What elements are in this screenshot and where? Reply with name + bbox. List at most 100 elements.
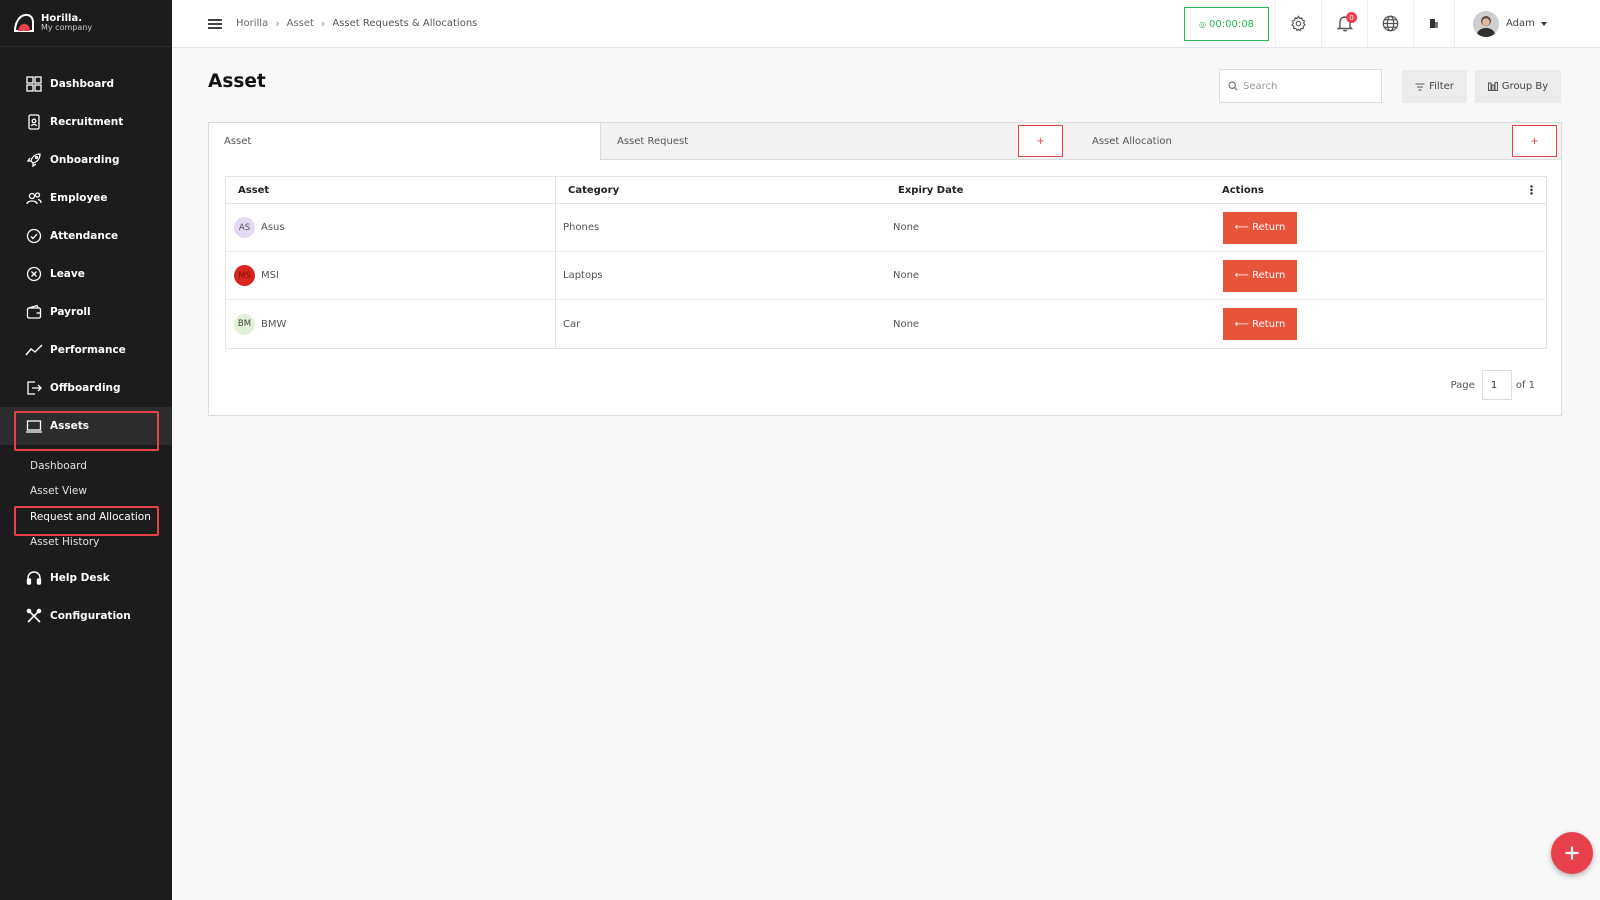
x-circle-icon (25, 265, 43, 283)
breadcrumb-asset[interactable]: Asset (287, 18, 314, 29)
search-input[interactable] (1243, 80, 1373, 92)
filter-button[interactable]: Filter (1402, 70, 1467, 103)
company-switch-button[interactable] (1413, 0, 1454, 47)
expiry-date-cell: None (893, 270, 920, 281)
add-asset-allocation-button[interactable]: + (1512, 125, 1557, 157)
clock-icon: ◎ (1199, 19, 1207, 29)
sidebar-item-label: Employee (50, 192, 108, 204)
attendance-timer-button[interactable]: ◎ 00:00:08 (1184, 7, 1269, 41)
sidebar-item-recruitment[interactable]: Recruitment (0, 103, 172, 141)
column-header-category: Category (568, 184, 620, 196)
breadcrumb-current: Asset Requests & Allocations (332, 18, 478, 29)
row-spacer (1516, 300, 1546, 348)
tab-asset-request[interactable]: Asset Request + (600, 123, 1076, 160)
table-row[interactable]: MS MSI Laptops None ⟵ Return (226, 252, 1546, 300)
submenu-item-asset-view[interactable]: Asset View (30, 479, 172, 505)
asset-avatar: BM (234, 313, 255, 335)
return-button[interactable]: ⟵ Return (1223, 259, 1297, 292)
users-icon (25, 189, 43, 207)
category-cell: Laptops (563, 270, 603, 281)
filter-icon (1415, 82, 1425, 91)
settings-button[interactable] (1275, 0, 1321, 47)
asset-card: Asset Asset Request + Asset Allocation +… (208, 122, 1562, 416)
chevron-right-icon: › (320, 17, 326, 30)
column-options-button[interactable] (1516, 177, 1546, 203)
tab-asset[interactable]: Asset (209, 123, 600, 160)
return-button[interactable]: ⟵ Return (1223, 211, 1297, 244)
sidebar-item-assets[interactable]: Assets (0, 407, 172, 445)
submenu-item-request-and-allocation[interactable]: Request and Allocation (30, 504, 172, 530)
sidebar-item-label: Offboarding (50, 382, 121, 394)
sidebar-item-label: Recruitment (50, 116, 124, 128)
row-spacer (1516, 204, 1546, 251)
category-cell: Car (563, 318, 581, 330)
sidebar-nav: Dashboard Recruitment Onboarding Employe… (0, 47, 172, 635)
tools-icon (25, 607, 43, 625)
sidebar-item-performance[interactable]: Performance (0, 331, 172, 369)
expiry-date-cell: None (893, 318, 920, 330)
filter-label: Filter (1429, 81, 1454, 92)
sidebar-item-onboarding[interactable]: Onboarding (0, 141, 172, 179)
group-by-label: Group By (1501, 81, 1549, 92)
sidebar-item-label: Performance (50, 344, 126, 356)
asset-table: Asset Category Expiry Date Actions AS As… (225, 176, 1547, 349)
user-menu[interactable]: Adam (1454, 0, 1547, 47)
asset-avatar: AS (234, 217, 255, 238)
topbar: Horilla › Asset › Asset Requests & Alloc… (172, 0, 1600, 48)
page-title: Asset (208, 71, 266, 92)
asset-cell: BM BMW (226, 300, 556, 348)
wallet-icon (25, 303, 43, 321)
laptop-icon (25, 417, 43, 435)
chevron-down-icon (1540, 21, 1547, 26)
breadcrumb-horilla[interactable]: Horilla (236, 18, 268, 29)
sidebar-item-label: Help Desk (50, 572, 110, 584)
asset-cell: MS MSI (226, 252, 556, 299)
page-label: Page (1450, 379, 1475, 391)
table-row[interactable]: AS Asus Phones None ⟵ Return (226, 204, 1546, 252)
table-row[interactable]: BM BMW Car None ⟵ Return (226, 300, 1546, 348)
return-button[interactable]: ⟵ Return (1223, 308, 1297, 340)
sidebar-item-label: Configuration (50, 610, 131, 622)
sidebar-item-dashboard[interactable]: Dashboard (0, 65, 172, 103)
sidebar-item-attendance[interactable]: Attendance (0, 217, 172, 255)
sidebar-item-configuration[interactable]: Configuration (0, 597, 172, 635)
tab-asset-allocation[interactable]: Asset Allocation + (1076, 123, 1561, 160)
check-circle-icon (25, 227, 43, 245)
asset-avatar: MS (234, 265, 255, 286)
recruitment-icon (25, 113, 43, 131)
sidebar-item-payroll[interactable]: Payroll (0, 293, 172, 331)
actions-cell: ⟵ Return (1216, 300, 1516, 348)
group-by-button[interactable]: Group By (1475, 70, 1561, 103)
asset-name: BMW (261, 318, 287, 330)
search-icon (1228, 81, 1238, 91)
floating-add-button[interactable] (1551, 832, 1593, 874)
add-asset-request-button[interactable]: + (1018, 125, 1063, 157)
sidebar-item-leave[interactable]: Leave (0, 255, 172, 293)
tab-bar: Asset Asset Request + Asset Allocation + (209, 123, 1561, 160)
sidebar-item-help-desk[interactable]: Help Desk (0, 559, 172, 597)
gear-icon (1291, 15, 1306, 32)
tab-label: Asset (224, 136, 252, 147)
sidebar-item-offboarding[interactable]: Offboarding (0, 369, 172, 407)
exit-icon (25, 379, 43, 397)
tab-label: Asset Request (617, 135, 689, 147)
row-spacer (1516, 252, 1546, 299)
language-button[interactable] (1367, 0, 1413, 47)
page-total: of 1 (1515, 379, 1535, 391)
page-number-input[interactable] (1481, 370, 1512, 400)
assets-submenu: Dashboard Asset View Request and Allocat… (0, 445, 172, 555)
brand[interactable]: Horilla. My company (0, 0, 172, 47)
submenu-item-dashboard[interactable]: Dashboard (30, 453, 172, 479)
search-box[interactable] (1219, 69, 1382, 103)
category-cell: Phones (563, 222, 600, 233)
trend-icon (25, 341, 43, 359)
hamburger-menu-icon[interactable] (208, 18, 222, 29)
tab-label: Asset Allocation (1092, 135, 1172, 147)
submenu-item-asset-history[interactable]: Asset History (30, 530, 172, 556)
company-name: My company (41, 23, 93, 33)
sidebar-item-employee[interactable]: Employee (0, 179, 172, 217)
table-header: Asset Category Expiry Date Actions (226, 177, 1546, 204)
notifications-button[interactable]: 0 (1321, 0, 1367, 47)
group-by-icon (1487, 82, 1498, 91)
globe-icon (1382, 15, 1399, 32)
